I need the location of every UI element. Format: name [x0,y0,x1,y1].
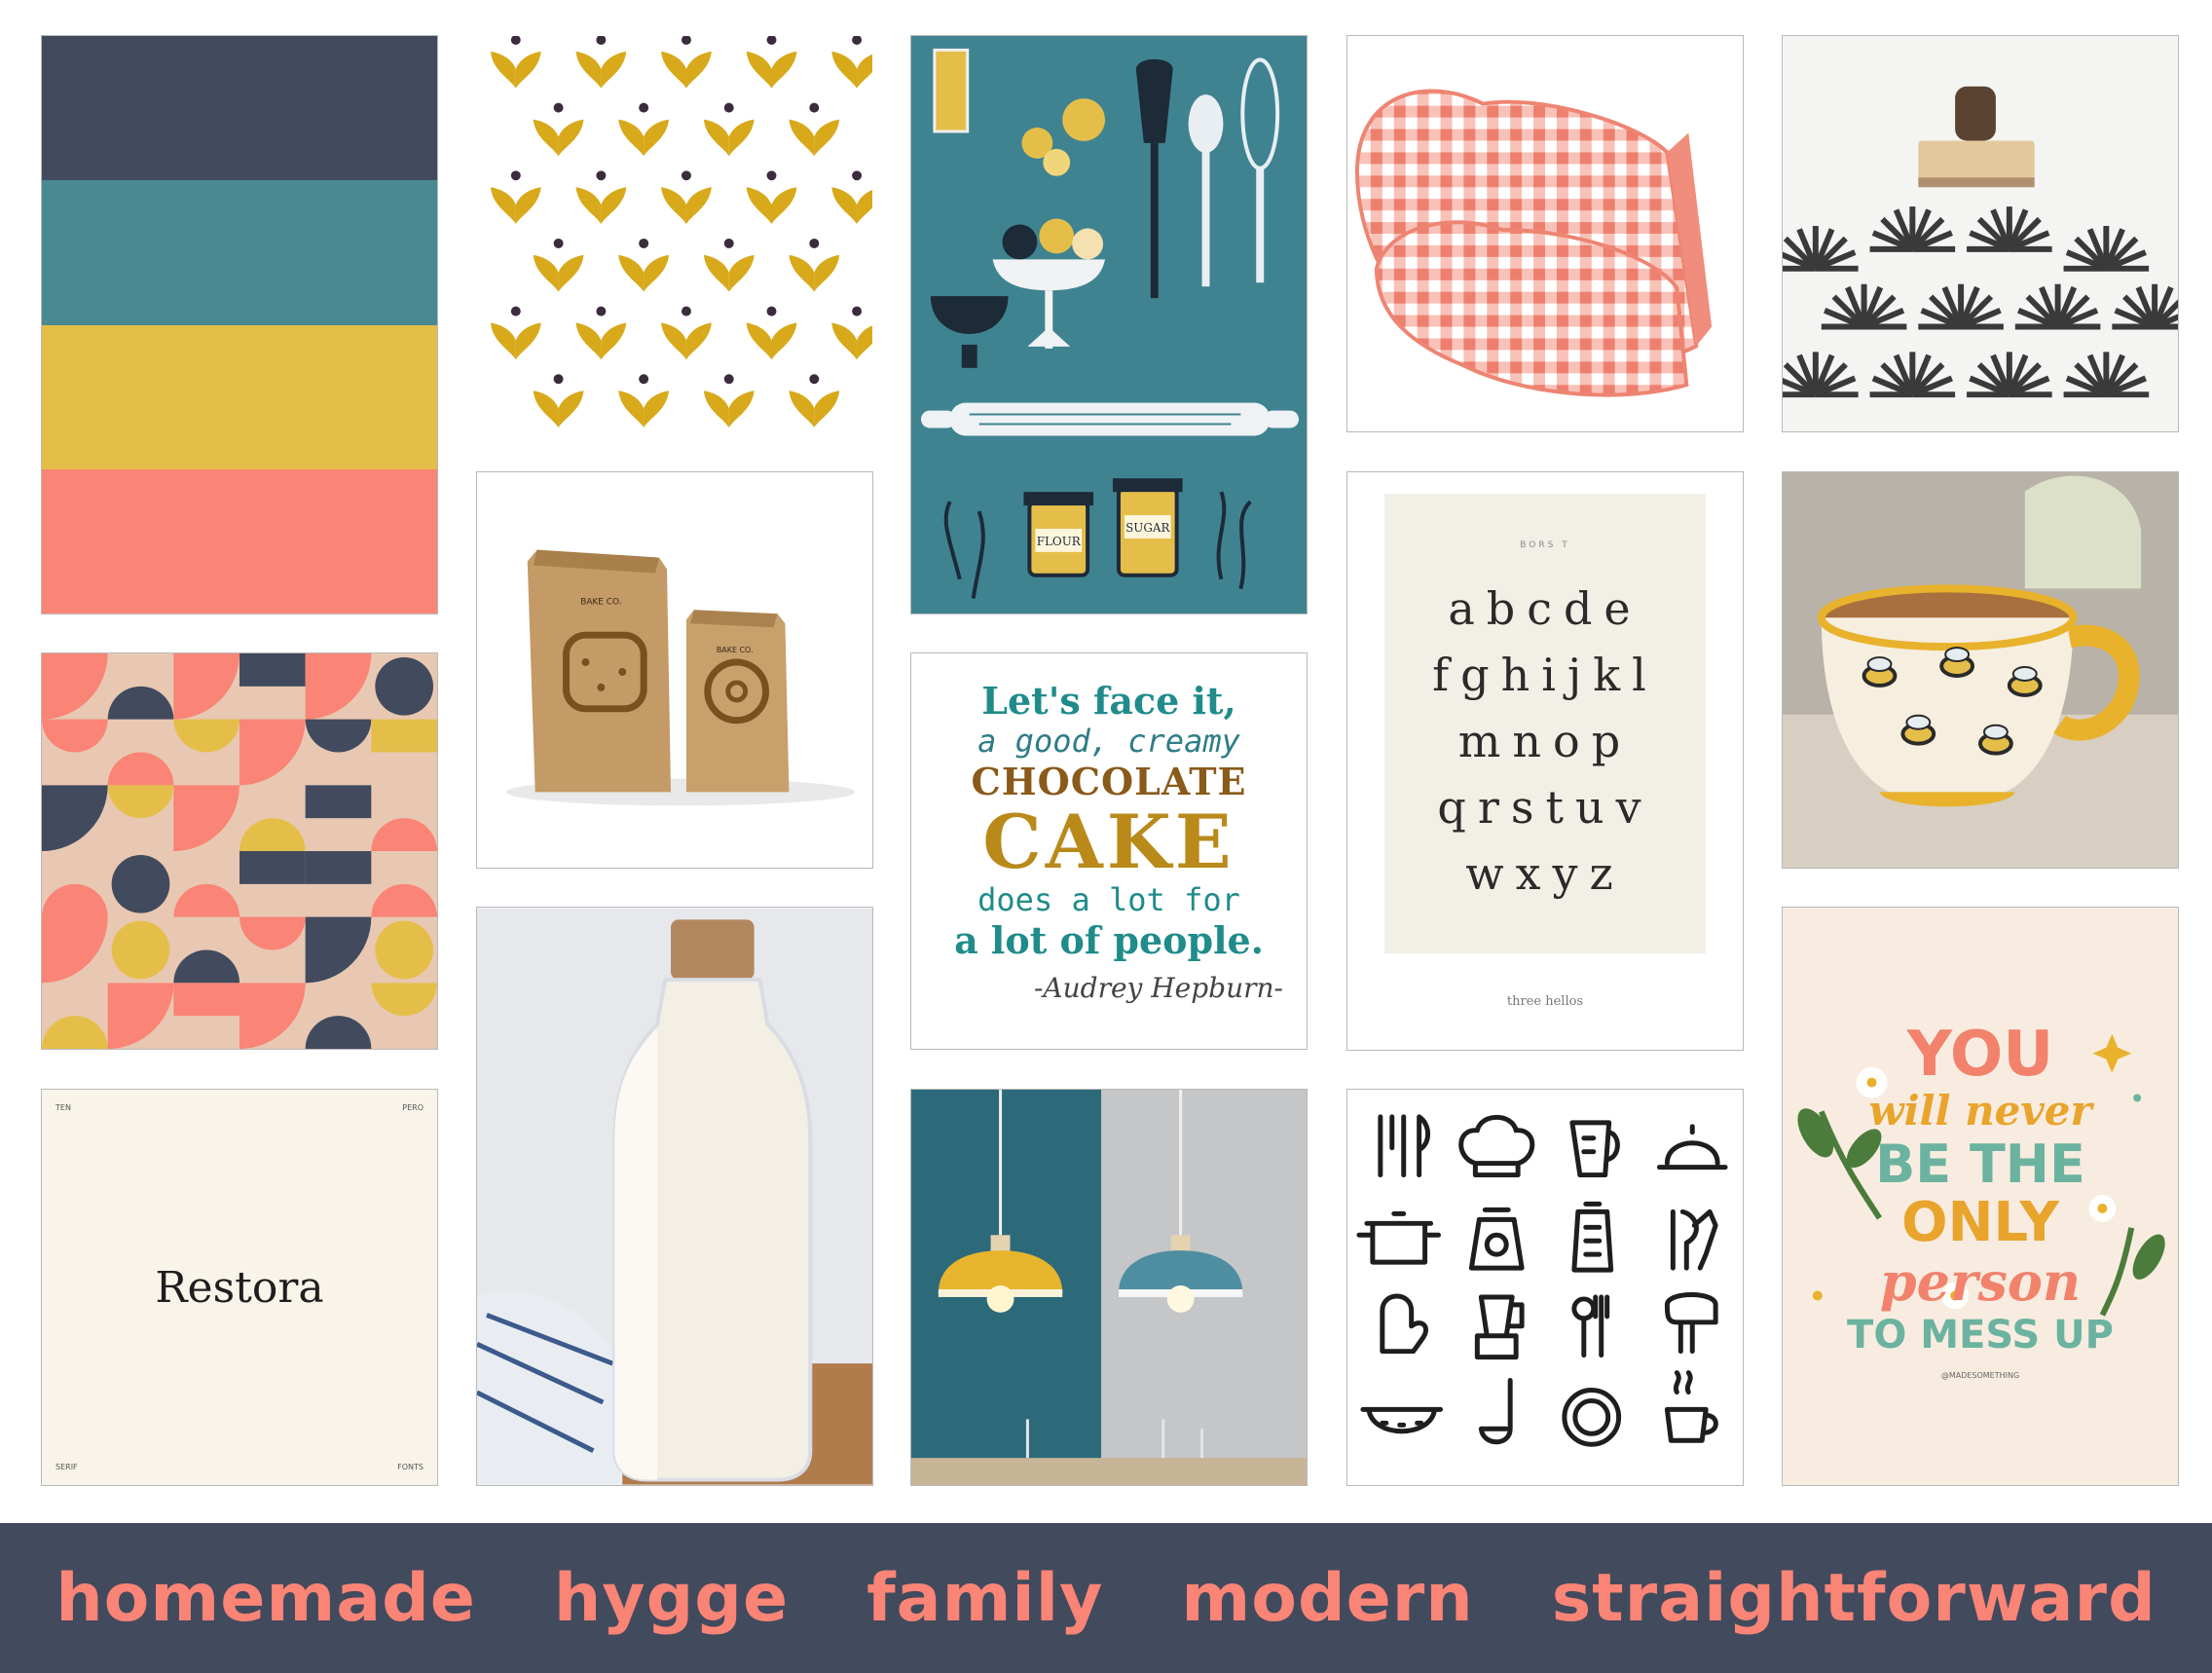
kitchen-illustration: FLOUR SUGAR [911,36,1307,613]
milk-bottle-photo [476,907,873,1486]
swatch-coral [42,468,437,613]
bee-mug-photo [1782,471,2179,869]
keyword-family: family [866,1559,1104,1637]
keywords-bar: homemade hygge family modern straightfor… [0,1523,2212,1673]
quote-line-3: CHOCOLATE [971,760,1247,803]
geometric-pattern [42,653,437,1049]
lettering-be-the: BE THE [1875,1134,2085,1195]
quote-author: -Audrey Hepburn- [1033,972,1283,1004]
hand-lettering-poster: YOU will never BE THE ONLY person TO MES… [1782,907,2179,1486]
font-card-title: Restora [155,1263,324,1313]
paper-bags-photo: BAKE CO. BAKE CO. [476,471,873,869]
swatch-teal [42,180,437,325]
alphabet-row-2: fghijkl [1432,649,1658,701]
keyword-hygge: hygge [553,1559,790,1637]
quote-line-4: CAKE [982,799,1235,885]
jar-label-flour: FLOUR [1037,535,1082,548]
font-card-corner-tl: TEN [55,1103,71,1112]
lettering-you: YOU [1906,1019,2054,1091]
alphabet-row-1: abcde [1448,582,1642,635]
tulip-pattern-tile [476,35,873,432]
quote-line-6: a lot of people. [954,918,1264,962]
milk-bottle-illustration [477,908,872,1485]
oven-mitts-photo [1346,35,1744,432]
font-card-corner-tr: PERO [402,1103,424,1112]
alphabet-row-3: mnop [1457,715,1633,767]
alphabet-footer: three hellos [1506,994,1584,1009]
keyword-straightforward: straightforward [1551,1559,2157,1637]
kitchen-icons-grid [1346,1089,1744,1486]
font-card-restora: TEN PERO Restora SERIF FONTS [41,1089,438,1486]
lettering-handle: @MADESOMETHING [1940,1371,2020,1380]
swatch-mustard [42,324,437,469]
lettering-will-never: will never [1868,1087,2092,1134]
paper-bags-illustration: BAKE CO. BAKE CO. [477,472,872,868]
oven-mitts-illustration [1347,36,1743,431]
keyword-modern: modern [1181,1559,1474,1637]
alphabet-header: BORS T [1520,540,1570,550]
jar-label-sugar: SUGAR [1125,521,1170,535]
alphabet-row-5: wxyz [1465,847,1625,900]
pendant-lamps-illustration [911,1090,1307,1485]
bag-label-right: BAKE CO. [717,646,754,654]
pendant-lamps-photo [910,1089,1308,1486]
lettering-person: person [1879,1250,2082,1313]
lettering-to-mess-up: TO MESS UP [1847,1313,2114,1357]
geometric-pattern-tile [41,652,438,1050]
bag-label-left: BAKE CO. [580,597,621,607]
rubber-stamp-pattern [1782,35,2179,432]
alphabet-paper: BORS T abcde fghijkl mnop qrstuv wxyz [1384,494,1706,953]
lettering-text-block: YOU will never BE THE ONLY person TO MES… [1783,1022,2178,1380]
quote-card: Let's face it, a good, creamy CHOCOLATE … [910,652,1308,1050]
kitchen-illustration-poster: FLOUR SUGAR [910,35,1308,614]
font-card-corner-br: FONTS [397,1463,424,1471]
tulip-pattern [477,36,872,431]
stamp-fan-illustration [1783,36,2178,431]
font-card-corner-bl: SERIF [55,1463,78,1471]
bee-mug-illustration [1783,472,2178,868]
kitchen-icons [1347,1090,1743,1485]
quote-line-5: does a lot for [977,881,1240,918]
alphabet-row-4: qrstuv [1437,781,1653,834]
lettering-only: ONLY [1901,1191,2059,1254]
keyword-homemade: homemade [55,1559,476,1637]
quote-line-2: a good, creamy [977,723,1240,760]
alphabet-specimen-card: BORS T abcde fghijkl mnop qrstuv wxyz th… [1346,471,1744,1051]
quote-line-1: Let's face it, [981,679,1236,723]
color-palette [41,35,438,614]
swatch-navy [42,36,437,181]
